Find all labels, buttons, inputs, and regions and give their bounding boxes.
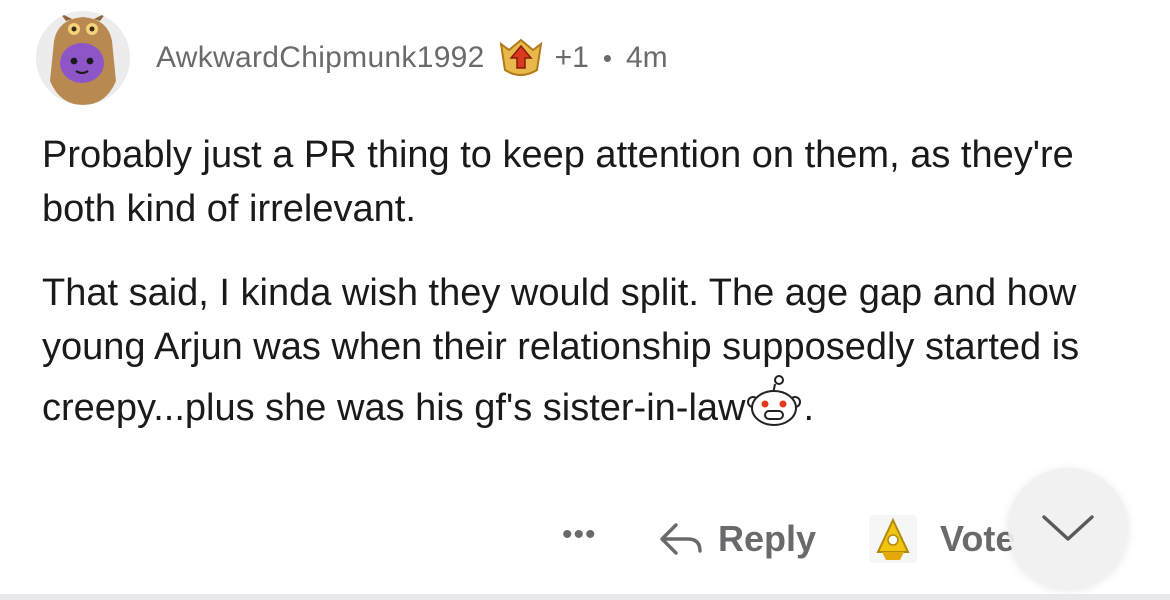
- comment-paragraph-text: That said, I kinda wish they would split…: [42, 272, 1080, 429]
- reply-button[interactable]: Reply: [658, 518, 816, 560]
- reply-label: Reply: [718, 518, 817, 559]
- comment-body: Probably just a PR thing to keep attenti…: [42, 128, 1132, 465]
- meta-separator: •: [602, 42, 612, 73]
- gold-upvote-award-icon: [868, 514, 918, 564]
- snoo-screaming-emoji-icon: [745, 374, 803, 430]
- upvote-award-icon[interactable]: [497, 36, 545, 80]
- avatar[interactable]: [36, 11, 130, 105]
- reply-arrow-icon: [658, 519, 704, 559]
- comment-age: 4m: [625, 41, 668, 74]
- vote-button[interactable]: Vote: [868, 514, 1015, 564]
- owl-hood-avatar-icon: [36, 11, 130, 105]
- comment-header: AwkwardChipmunk1992 +1 • 4m: [36, 11, 668, 105]
- comment-actions: ••• Reply Vote: [0, 508, 1170, 572]
- vote-label: Vote: [940, 518, 1016, 559]
- comment-divider: [0, 594, 1170, 600]
- comment-paragraph: That said, I kinda wish they would split…: [42, 266, 1132, 435]
- chevron-down-icon: [1042, 515, 1094, 541]
- award-count: +1: [554, 41, 589, 74]
- comment-paragraph-end: .: [803, 387, 815, 429]
- collapse-button[interactable]: [1008, 468, 1128, 588]
- comment: AwkwardChipmunk1992 +1 • 4m Probably jus…: [0, 0, 1170, 600]
- comment-paragraph: Probably just a PR thing to keep attenti…: [42, 134, 1074, 230]
- author-username[interactable]: AwkwardChipmunk1992: [156, 41, 485, 75]
- more-options-button[interactable]: •••: [562, 518, 597, 552]
